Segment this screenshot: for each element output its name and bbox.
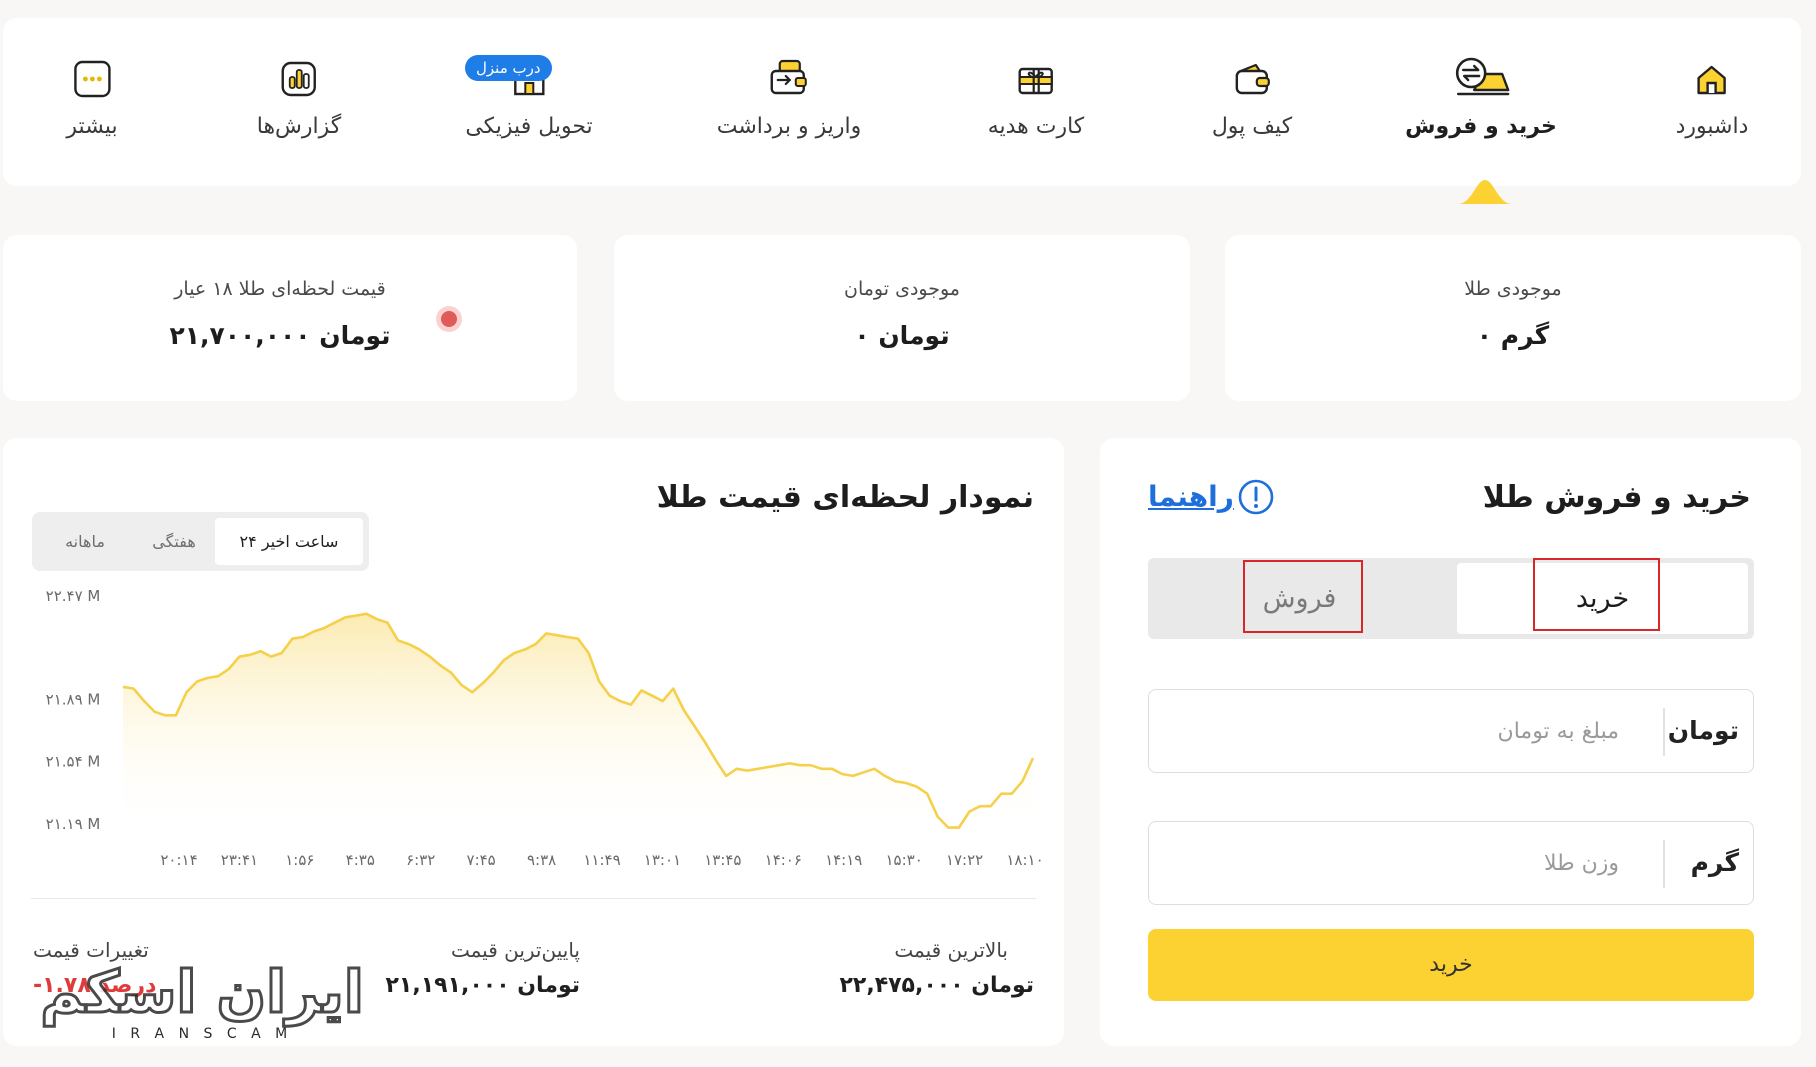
y-tick-label: ۲۱.۸۹ M: [46, 690, 101, 708]
y-tick-label: ۲۱.۱۹ M: [46, 815, 101, 833]
submit-buy-button[interactable]: خرید: [1148, 929, 1754, 1001]
live-price-card: قیمت لحظه‌ای طلا ۱۸ عیار ۲۱,۷۰۰,۰۰۰ توما…: [3, 235, 577, 401]
price-change-label: تغییرات قیمت: [33, 938, 149, 962]
nav-label-dashboard: داشبورد: [1675, 114, 1749, 139]
toman-balance-title: موجودی تومان: [844, 278, 960, 300]
nav-label-delivery: تحویل فیزیکی: [465, 114, 593, 139]
chart-title: نمودار لحظه‌ای قیمت طلا: [656, 480, 1034, 515]
guide-link[interactable]: راهنما: [1148, 480, 1234, 513]
nav-item-more[interactable]: بیشتر: [66, 56, 118, 139]
min-price-value: ۲۱,۱۹۱,۰۰۰ تومان: [385, 973, 580, 998]
x-tick-label: ۷:۴۵: [467, 851, 496, 869]
price-chart-card: نمودار لحظه‌ای قیمت طلا ۲۴ ساعت اخیر هفت…: [3, 438, 1064, 1046]
trade-card: خرید و فروش طلا راهنما خرید فروش تومان گ…: [1100, 438, 1801, 1046]
chart-divider: [31, 898, 1036, 899]
max-price-value: ۲۲,۴۷۵,۰۰۰ تومان: [839, 973, 1034, 998]
active-tab-indicator: [1458, 180, 1512, 204]
x-tick-label: ۲۳:۴۱: [221, 851, 258, 869]
home-icon: [1697, 65, 1727, 95]
gift-card-icon: [1018, 67, 1054, 95]
toman-balance-value: ۰ تومان: [854, 321, 950, 350]
x-tick-label: ۱۷:۲۲: [946, 851, 983, 869]
gold-balance-value: ۰ گرم: [1476, 321, 1550, 350]
buy-highlight-box: [1533, 558, 1660, 631]
toman-balance-card: موجودی تومان ۰ تومان: [614, 235, 1190, 401]
sell-highlight-box: [1243, 560, 1363, 633]
price-change-value: -۱.۷۸ درصد: [33, 973, 157, 998]
price-chart: ۲۲.۴۷ M ۲۱.۸۹ M ۲۱.۵۴ M ۲۱.۱۹ M ۲۰:۱۴ ۲۳:۴۱ ۱…: [46, 588, 1044, 869]
x-axis: ۲۰:۱۴ ۲۳:۴۱ ۱:۵۶ ۴:۳۵ ۶:۳۲ ۷:۴۵ ۹:۳۸ ۱۱:۴۹ ۱۳:۰۱…: [160, 851, 1043, 869]
gold-exchange-icon: [1455, 57, 1510, 96]
x-tick-label: ۱۴:۱۹: [825, 851, 862, 869]
x-tick-label: ۱۱:۴۹: [583, 851, 620, 869]
nav-label-more: بیشتر: [66, 114, 118, 139]
live-indicator-icon: [436, 306, 462, 332]
tab-weekly[interactable]: هفتگی: [132, 518, 216, 565]
nav-label-deposit: واریز و برداشت: [716, 114, 862, 139]
nav-item-giftcard[interactable]: کارت هدیه: [987, 56, 1085, 139]
nav-label-reports: گزارش‌ها: [256, 114, 342, 139]
more-icon: [73, 60, 111, 98]
x-tick-label: ۱:۵۶: [285, 851, 314, 869]
nav-label-trade: خرید و فروش: [1405, 114, 1557, 139]
x-tick-label: ۴:۳۵: [346, 851, 375, 869]
weight-divider: [1663, 840, 1665, 888]
trade-type-toggle: خرید فروش: [1148, 558, 1754, 639]
weight-unit: گرم: [1690, 848, 1739, 877]
door-delivery-badge: درب منزل: [465, 55, 552, 81]
weight-input[interactable]: [1169, 822, 1619, 904]
chart-range-tabs: ۲۴ ساعت اخیر هفتگی ماهانه: [32, 512, 369, 571]
amount-input[interactable]: [1169, 690, 1619, 772]
y-tick-label: ۲۱.۵۴ M: [46, 753, 101, 771]
weight-field: گرم: [1148, 821, 1754, 905]
x-tick-label: ۱۸:۱۰: [1006, 851, 1043, 869]
x-tick-label: ۲۰:۱۴: [160, 851, 197, 869]
x-tick-label: ۹:۳۸: [527, 851, 556, 869]
tab-24h[interactable]: ۲۴ ساعت اخیر: [215, 518, 363, 565]
y-tick-label: ۲۲.۴۷ M: [46, 588, 101, 605]
nav-item-dashboard[interactable]: داشبورد: [1675, 56, 1749, 139]
live-price-value: ۲۱,۷۰۰,۰۰۰ تومان: [169, 321, 391, 350]
amount-divider: [1663, 708, 1665, 756]
nav-item-deposit[interactable]: واریز و برداشت: [717, 56, 861, 139]
amount-unit: تومان: [1667, 716, 1739, 745]
nav-item-wallet[interactable]: کیف پول: [1212, 56, 1292, 139]
gold-balance-card: موجودی طلا ۰ گرم: [1225, 235, 1801, 401]
info-icon[interactable]: [1237, 478, 1275, 516]
nav-item-reports[interactable]: گزارش‌ها: [256, 56, 342, 139]
wallet-icon: [1235, 63, 1271, 95]
price-area: [123, 613, 1033, 838]
x-tick-label: ۱۳:۰۱: [644, 851, 681, 869]
x-tick-label: ۱۳:۴۵: [704, 851, 741, 869]
x-tick-label: ۱۴:۰۶: [765, 851, 802, 869]
trade-title: خرید و فروش طلا: [1482, 480, 1751, 515]
x-tick-label: ۱۵:۳۰: [886, 851, 923, 869]
main-navigation: داشبورد خرید و فروش کیف پول کارت هدیه وا…: [3, 18, 1801, 204]
nav-item-trade[interactable]: خرید و فروش: [1405, 56, 1557, 139]
tab-monthly[interactable]: ماهانه: [40, 518, 130, 565]
report-icon: [281, 61, 317, 97]
max-price-label: بالاترین قیمت: [894, 938, 1008, 962]
live-price-title: قیمت لحظه‌ای طلا ۱۸ عیار: [174, 278, 386, 300]
y-axis: ۲۲.۴۷ M ۲۱.۸۹ M ۲۱.۵۴ M ۲۱.۱۹ M: [46, 588, 101, 833]
nav-label-giftcard: کارت هدیه: [987, 114, 1085, 139]
nav-label-wallet: کیف پول: [1211, 114, 1293, 139]
min-price-label: پایین‌ترین قیمت: [450, 938, 580, 962]
x-tick-label: ۶:۳۲: [406, 851, 435, 869]
gold-balance-title: موجودی طلا: [1464, 278, 1562, 300]
deposit-withdraw-icon: [770, 59, 807, 95]
amount-field: تومان: [1148, 689, 1754, 773]
